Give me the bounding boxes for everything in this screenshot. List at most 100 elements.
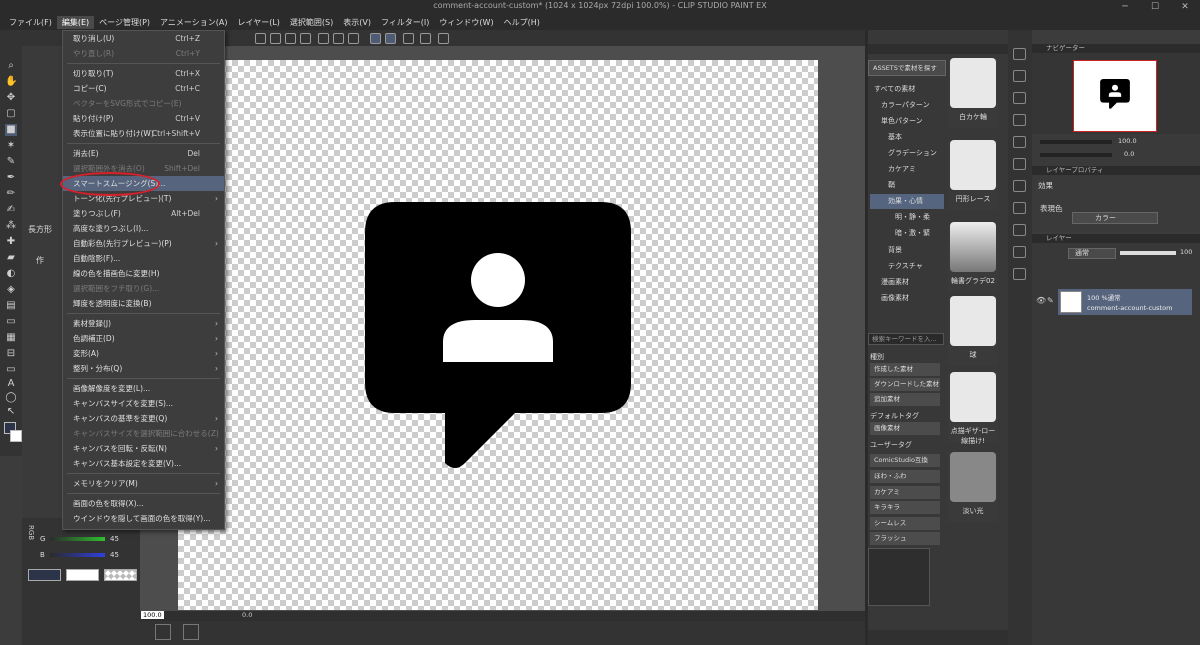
toolbar-icon[interactable] bbox=[420, 33, 431, 44]
menu-layer[interactable]: レイヤー(L) bbox=[232, 16, 284, 29]
edit-menu-item[interactable]: キャンバス基本設定を変更(V)... bbox=[63, 456, 224, 471]
hand-icon[interactable]: ✋ bbox=[5, 76, 17, 88]
material-tree-item[interactable]: 漫画素材 bbox=[870, 275, 944, 290]
material-thumbnail[interactable]: 淡い光 bbox=[948, 452, 998, 522]
pencil-icon[interactable]: ✏ bbox=[5, 188, 17, 200]
edit-menu-item[interactable]: 貼り付け(P) Ctrl+V bbox=[63, 111, 224, 126]
toolbar-icon[interactable] bbox=[438, 33, 449, 44]
zoom-icon[interactable]: ⌕ bbox=[5, 60, 17, 72]
type-button-downloaded[interactable]: ダウンロードした素材 bbox=[870, 378, 940, 391]
edit-menu-item[interactable]: 変形(A) › bbox=[63, 346, 224, 361]
edit-menu-item[interactable]: 整列・分布(Q) › bbox=[63, 361, 224, 376]
brush-icon[interactable]: ✍ bbox=[5, 204, 17, 216]
material-tree-item[interactable]: 単色パターン bbox=[870, 114, 944, 129]
panel-icon[interactable] bbox=[1013, 202, 1026, 214]
user-tag-button[interactable]: カケアミ bbox=[870, 486, 940, 499]
gradient-icon[interactable]: ▤ bbox=[5, 300, 17, 312]
menu-animation[interactable]: アニメーション(A) bbox=[155, 16, 232, 29]
minimize-button[interactable]: ─ bbox=[1110, 0, 1140, 14]
toolbar-icon[interactable] bbox=[333, 33, 344, 44]
zoom-value[interactable]: 100.0 bbox=[141, 611, 164, 619]
toolbar-icon[interactable] bbox=[300, 33, 311, 44]
edit-menu-item[interactable]: コピー(C) Ctrl+C bbox=[63, 81, 224, 96]
zoom-slider[interactable] bbox=[1040, 140, 1112, 144]
toolbar-icon[interactable] bbox=[318, 33, 329, 44]
edit-menu-item[interactable]: メモリをクリア(M) › bbox=[63, 476, 224, 491]
user-tag-button[interactable]: キラキラ bbox=[870, 501, 940, 514]
menu-page[interactable]: ページ管理(P) bbox=[94, 16, 155, 29]
toolbar-icon[interactable] bbox=[270, 33, 281, 44]
edit-menu-item[interactable]: キャンバスを回転・反転(N) › bbox=[63, 441, 224, 456]
opacity-slider[interactable] bbox=[1120, 251, 1176, 255]
edit-pencil-icon[interactable]: ✎ bbox=[1047, 296, 1054, 305]
rectangle-select-icon[interactable]: ■ bbox=[5, 124, 17, 136]
edit-menu-item[interactable]: 自動彩色(先行プレビュー)(P) › bbox=[63, 236, 224, 251]
ruler-icon[interactable]: ⊟ bbox=[5, 348, 17, 360]
menu-window[interactable]: ウィンドウ(W) bbox=[434, 16, 498, 29]
panel-icon[interactable] bbox=[1013, 136, 1026, 148]
toolbar-icon[interactable] bbox=[285, 33, 296, 44]
material-search-input[interactable]: 検索キーワードを入... bbox=[868, 333, 944, 345]
visibility-eye-icon[interactable]: 👁 bbox=[1036, 296, 1046, 305]
canvas[interactable] bbox=[178, 60, 818, 610]
angle-value[interactable]: 0.0 bbox=[242, 611, 252, 620]
material-tree-item[interactable]: 暗・激・緊 bbox=[870, 226, 944, 241]
b-slider[interactable] bbox=[50, 553, 105, 557]
edit-menu-item[interactable]: キャンバスの基準を変更(Q) › bbox=[63, 411, 224, 426]
material-thumbnail[interactable]: 輪書グラデ02 bbox=[948, 222, 998, 292]
g-slider[interactable] bbox=[50, 537, 105, 541]
expression-select[interactable]: カラー bbox=[1072, 212, 1158, 224]
panel-icon[interactable] bbox=[1013, 246, 1026, 258]
edit-menu-item[interactable]: 切り取り(T) Ctrl+X bbox=[63, 66, 224, 81]
panel-icon[interactable] bbox=[1013, 224, 1026, 236]
material-thumbnail[interactable]: 点描ギザ-ロー線描け! bbox=[948, 372, 998, 445]
user-tag-button[interactable]: シームレス bbox=[870, 517, 940, 530]
material-tree-item[interactable]: 効果・心情 bbox=[870, 194, 944, 209]
color-swatch-sub[interactable] bbox=[66, 569, 99, 581]
material-tree-item[interactable]: 画像素材 bbox=[870, 291, 944, 306]
material-tree-item[interactable]: カケアミ bbox=[870, 162, 944, 177]
menu-file[interactable]: ファイル(F) bbox=[4, 16, 57, 29]
blend-mode-select[interactable]: 通常 bbox=[1068, 248, 1116, 259]
material-tree-item[interactable]: グラデーション bbox=[870, 146, 944, 161]
material-tree-item[interactable]: テクスチャ bbox=[870, 259, 944, 274]
layout-icon[interactable] bbox=[183, 624, 199, 640]
eraser-icon[interactable]: ▰ bbox=[5, 252, 17, 264]
rotate-slider[interactable] bbox=[1040, 153, 1112, 157]
decoration-icon[interactable]: ✚ bbox=[5, 236, 17, 248]
material-tree-item[interactable]: 鞘 bbox=[870, 178, 944, 193]
edit-menu-item[interactable]: 自動陰影(F)... bbox=[63, 251, 224, 266]
edit-menu-item[interactable]: ウインドウを隠して画面の色を取得(Y)... bbox=[63, 511, 224, 526]
toolbar-icon[interactable] bbox=[385, 33, 396, 44]
edit-menu-item[interactable]: キャンバスサイズを変更(S)... bbox=[63, 396, 224, 411]
edit-menu-item[interactable]: 線の色を描画色に変更(H) bbox=[63, 266, 224, 281]
toolbar-icon[interactable] bbox=[370, 33, 381, 44]
airbrush-icon[interactable]: ⁂ bbox=[5, 220, 17, 232]
frame-icon[interactable]: ▦ bbox=[5, 332, 17, 344]
material-tree-item[interactable]: すべての素材 bbox=[870, 82, 944, 97]
edit-menu-item[interactable]: 輝度を透明度に変換(B) bbox=[63, 296, 224, 311]
fill-icon[interactable]: ◈ bbox=[5, 284, 17, 296]
menu-help[interactable]: ヘルプ(H) bbox=[499, 16, 545, 29]
toolbar-icon[interactable] bbox=[348, 33, 359, 44]
type-button-added[interactable]: 追加素材 bbox=[870, 393, 940, 406]
sub-color-swatch[interactable] bbox=[10, 430, 22, 442]
speech-icon[interactable]: ◯ bbox=[5, 392, 17, 404]
text-icon[interactable]: A bbox=[5, 378, 17, 390]
navigator-thumbnail[interactable] bbox=[1073, 60, 1157, 132]
timeline-icon[interactable] bbox=[155, 624, 171, 640]
eyedropper-icon[interactable]: ✎ bbox=[5, 156, 17, 168]
close-button[interactable]: ✕ bbox=[1170, 0, 1200, 14]
material-tree-item[interactable]: 背景 bbox=[870, 243, 944, 258]
edit-menu-item[interactable]: 色調補正(D) › bbox=[63, 331, 224, 346]
color-swatch-transparent[interactable] bbox=[104, 569, 137, 581]
material-thumbnail[interactable]: 球 bbox=[948, 296, 998, 366]
edit-menu-item[interactable]: 消去(E) Del bbox=[63, 146, 224, 161]
color-swatch-main[interactable] bbox=[28, 569, 61, 581]
menu-edit[interactable]: 編集(E) bbox=[56, 15, 95, 29]
material-thumbnail[interactable]: 円形レース bbox=[948, 140, 998, 210]
material-tree-item[interactable]: 基本 bbox=[870, 130, 944, 145]
material-tree-item[interactable]: 明・静・柔 bbox=[870, 210, 944, 225]
figure-icon[interactable]: ▭ bbox=[5, 316, 17, 328]
balloon-icon[interactable]: ▭ bbox=[5, 364, 17, 376]
